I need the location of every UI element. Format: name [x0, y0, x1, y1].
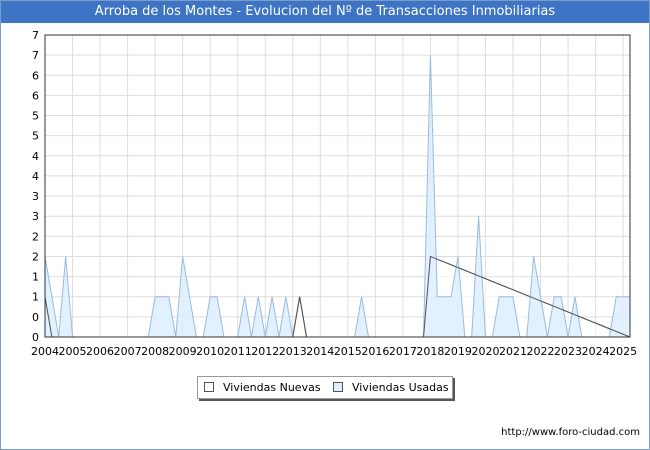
y-tick-label: 5 — [32, 110, 39, 123]
x-tick-label: 2025 — [609, 345, 637, 358]
y-tick-label: 7 — [32, 29, 39, 42]
x-tick-label: 2010 — [196, 345, 224, 358]
plot-area — [45, 35, 630, 337]
x-tick-label: 2022 — [527, 345, 555, 358]
y-tick-label: 6 — [32, 69, 39, 82]
x-tick-label: 2011 — [224, 345, 252, 358]
y-tick-label: 1 — [32, 271, 39, 284]
legend-label-viviendas-nuevas: Viviendas Nuevas — [223, 381, 321, 394]
x-tick-label: 2020 — [471, 345, 499, 358]
y-tick-label: 3 — [32, 190, 39, 203]
x-tick-label: 2014 — [306, 345, 334, 358]
x-tick-label: 2015 — [334, 345, 362, 358]
legend: Viviendas Nuevas Viviendas Usadas — [197, 376, 453, 399]
y-tick-label: 2 — [32, 250, 39, 263]
x-tick-label: 2017 — [389, 345, 417, 358]
y-tick-label: 1 — [32, 291, 39, 304]
legend-swatch-viviendas-usadas — [333, 382, 343, 392]
x-tick-label: 2024 — [582, 345, 610, 358]
x-tick-label: 2016 — [361, 345, 389, 358]
x-tick-label: 2009 — [169, 345, 197, 358]
y-tick-label: 4 — [32, 150, 39, 163]
y-tick-label: 2 — [32, 230, 39, 243]
y-tick-label: 0 — [32, 311, 39, 324]
x-tick-label: 2021 — [499, 345, 527, 358]
legend-item-viviendas-usadas: Viviendas Usadas — [333, 377, 449, 398]
x-tick-label: 2019 — [444, 345, 472, 358]
y-tick-label: 0 — [32, 331, 39, 344]
x-tick-label: 2012 — [251, 345, 279, 358]
x-tick-label: 2008 — [141, 345, 169, 358]
x-tick-label: 2005 — [59, 345, 87, 358]
x-tick-label: 2004 — [31, 345, 59, 358]
y-tick-label: 3 — [32, 210, 39, 223]
x-tick-label: 2023 — [554, 345, 582, 358]
y-tick-label: 5 — [32, 130, 39, 143]
legend-label-viviendas-usadas: Viviendas Usadas — [352, 381, 449, 394]
y-axis-ticks: 0 0 1 1 2 2 3 3 4 4 5 5 6 6 7 7 — [32, 29, 39, 344]
legend-swatch-viviendas-nuevas — [204, 382, 214, 392]
x-axis-ticks: 2004 2005 2006 2007 2008 2009 2010 2011 2012 2013… — [31, 345, 637, 358]
legend-item-viviendas-nuevas: Viviendas Nuevas — [204, 377, 321, 398]
x-tick-label: 2007 — [114, 345, 142, 358]
x-tick-label: 2018 — [416, 345, 444, 358]
x-tick-label: 2013 — [279, 345, 307, 358]
x-tick-label: 2006 — [86, 345, 114, 358]
y-tick-label: 4 — [32, 170, 39, 183]
y-tick-label: 7 — [32, 49, 39, 62]
source-credit[interactable]: http://www.foro-ciudad.com — [501, 427, 640, 438]
y-tick-label: 6 — [32, 89, 39, 102]
